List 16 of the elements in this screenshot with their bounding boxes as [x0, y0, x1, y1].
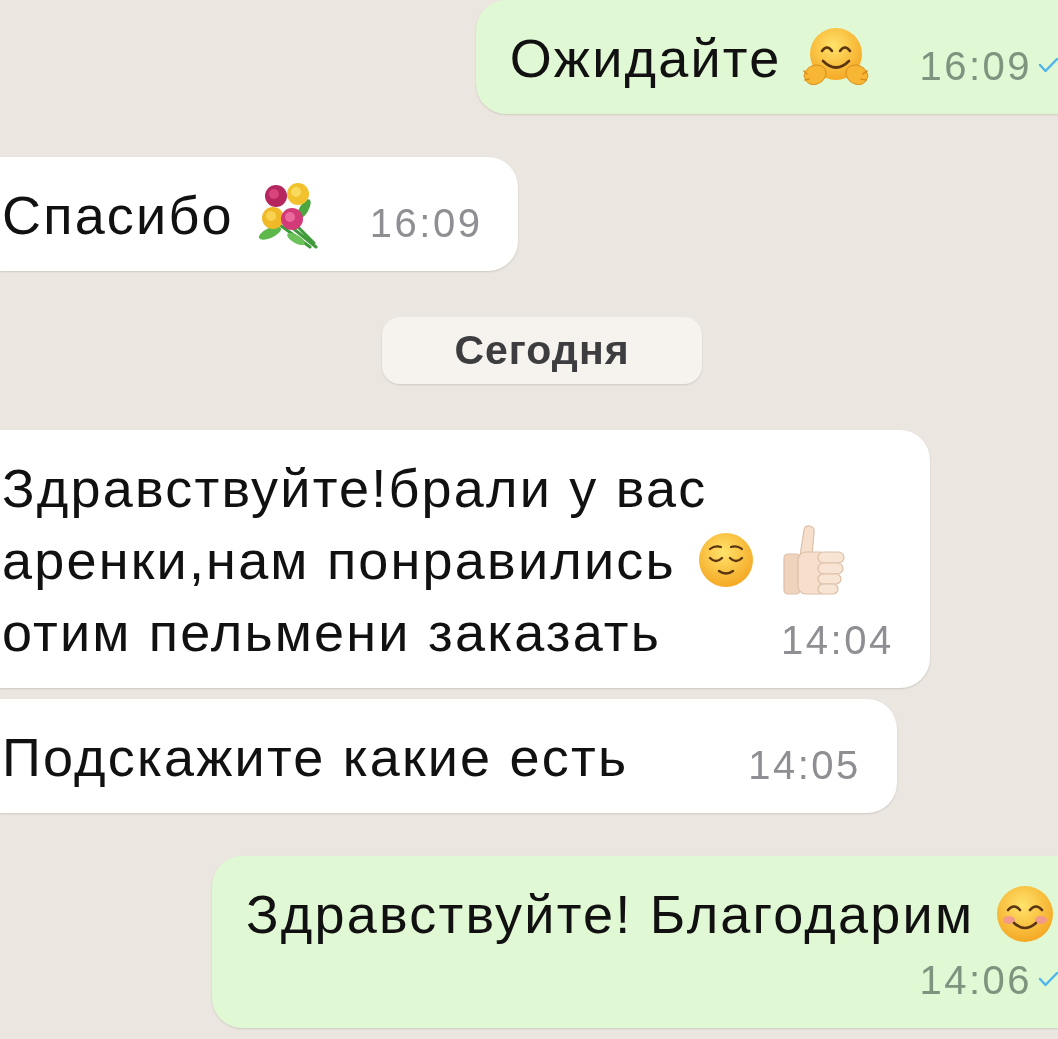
- message-text: аренки,нам понравились: [2, 529, 676, 592]
- message-text: отим пельмени заказать: [2, 601, 662, 664]
- message-time: 16:09: [369, 203, 483, 243]
- message-time: 14:04: [781, 620, 894, 660]
- message-text: Спасибо: [2, 184, 234, 247]
- message-text: Здравствуйте!брали у вас: [2, 457, 708, 520]
- date-chip: Сегодня: [382, 317, 702, 384]
- relieved-face-icon: [697, 531, 754, 589]
- message-time: 14:06: [919, 960, 1032, 1000]
- message-time: 14:05: [748, 745, 861, 785]
- message-text: Подскажите какие есть: [2, 726, 629, 789]
- message-text: Ожидайте: [509, 27, 782, 90]
- smiling-face-icon: [996, 885, 1055, 943]
- message-text: Здравствуйте! Благодарим: [246, 883, 975, 946]
- message-time: 16:09: [919, 46, 1032, 86]
- thumbs-up-icon: [781, 524, 846, 596]
